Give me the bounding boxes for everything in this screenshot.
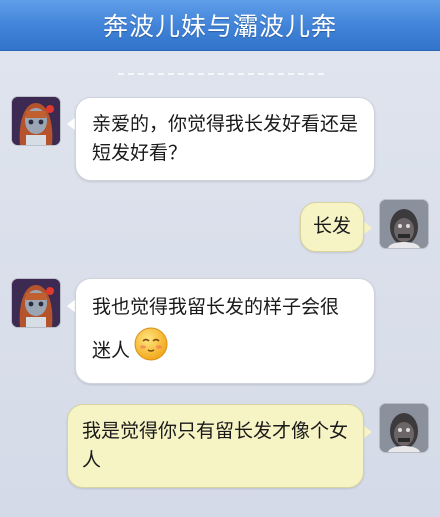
bubble-tail <box>363 221 372 235</box>
shy-smile-emoji-icon <box>134 327 168 375</box>
message-text: 亲爱的，你觉得我长发好看还是短发好看？ <box>92 113 359 164</box>
divider <box>118 73 328 75</box>
message-text: 我是觉得你只有留长发才像个女人 <box>82 420 349 471</box>
message-text: 迷人 <box>92 339 131 362</box>
title-bar: 奔波儿妹与灞波儿奔 <box>0 0 440 51</box>
message-text: 我也觉得我留长发的样子会很 <box>92 296 340 318</box>
avatar[interactable] <box>12 279 60 327</box>
girl-avatar-icon <box>12 279 60 327</box>
bubble-tail <box>363 425 372 439</box>
page-title: 奔波儿妹与灞波儿奔 <box>102 12 337 41</box>
message-bubble[interactable]: 长发 <box>300 202 364 252</box>
man-avatar-icon <box>380 404 428 452</box>
message-text: 长发 <box>313 215 352 237</box>
girl-avatar-icon <box>12 97 60 145</box>
avatar[interactable] <box>12 97 60 145</box>
chat-area: 亲爱的，你觉得我长发好看还是短发好看？ 长发 我也觉得我留长发的样子会很 迷人 … <box>0 51 440 517</box>
avatar[interactable] <box>380 404 428 452</box>
message-bubble[interactable]: 亲爱的，你觉得我长发好看还是短发好看？ <box>75 97 375 181</box>
avatar[interactable] <box>380 200 428 248</box>
message-bubble[interactable]: 我也觉得我留长发的样子会很 迷人 <box>75 278 375 384</box>
message-bubble[interactable]: 我是觉得你只有留长发才像个女人 <box>67 404 364 488</box>
man-avatar-icon <box>380 200 428 248</box>
